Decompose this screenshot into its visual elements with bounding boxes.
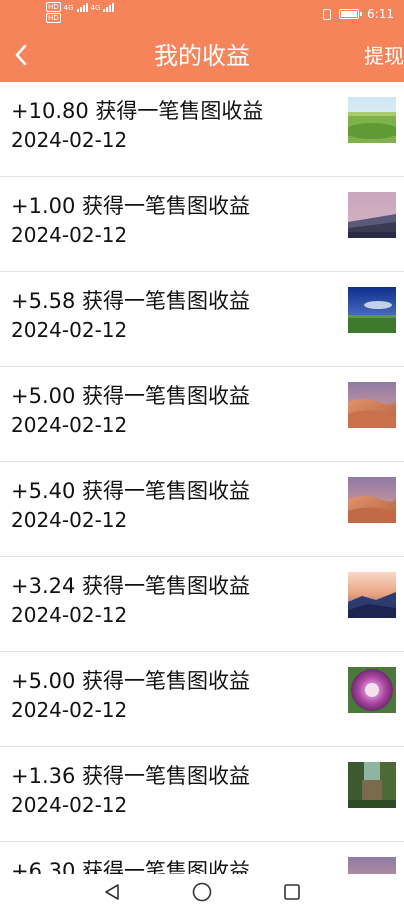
item-amount: +6.30 [11, 859, 76, 874]
network-type: 4G [63, 4, 74, 12]
list-item[interactable]: +5.58 获得一笔售图收益 2024-02-12 [0, 272, 404, 367]
item-title: +5.00 获得一笔售图收益 [11, 665, 250, 695]
forest-cliff-thumbnail [348, 762, 396, 808]
nav-home-button[interactable] [192, 882, 212, 906]
hd-badge-2: HD [46, 13, 61, 23]
dusk-lake-thumbnail [348, 192, 396, 238]
desert-thumbnail [348, 857, 396, 874]
item-title: +5.00 获得一笔售图收益 [11, 380, 250, 410]
item-date: 2024-02-12 [11, 318, 128, 342]
thumbnail-image[interactable] [348, 857, 396, 874]
item-description: 获得一笔售图收益 [82, 194, 251, 218]
thumbnail-image[interactable] [348, 667, 396, 713]
item-description: 获得一笔售图收益 [82, 479, 251, 503]
desert-thumbnail [348, 477, 396, 523]
blue-sky-meadow-thumbnail [348, 287, 396, 333]
item-title: +1.00 获得一笔售图收益 [11, 190, 250, 220]
signal-indicators: HD 4G 4G HD [46, 2, 115, 23]
item-amount: +10.80 [11, 99, 89, 123]
status-bar: HD 4G 4G HD 6:11 [0, 0, 404, 30]
item-amount: +5.58 [11, 289, 76, 313]
hd-badge: HD [46, 2, 61, 12]
mountain-sunset-thumbnail [348, 572, 396, 618]
page-title: 我的收益 [154, 42, 250, 70]
list-item[interactable]: +3.24 获得一笔售图收益 2024-02-12 [0, 557, 404, 652]
item-description: 获得一笔售图收益 [82, 289, 251, 313]
item-date: 2024-02-12 [11, 698, 128, 722]
item-amount: +3.24 [11, 574, 76, 598]
thumbnail-image[interactable] [348, 572, 396, 618]
earnings-list[interactable]: +10.80 获得一笔售图收益 2024-02-12 +1.00 获得一笔售图收… [0, 82, 404, 874]
item-description: 获得一笔售图收益 [82, 859, 251, 874]
item-date: 2024-02-12 [11, 793, 128, 817]
item-title: +5.58 获得一笔售图收益 [11, 285, 250, 315]
signal-bars-icon-2 [103, 2, 115, 12]
item-amount: +5.00 [11, 669, 76, 693]
item-date: 2024-02-12 [11, 413, 128, 437]
list-item[interactable]: +5.00 获得一笔售图收益 2024-02-12 [0, 367, 404, 462]
battery-icon [339, 9, 363, 19]
list-item[interactable]: +1.36 获得一笔售图收益 2024-02-12 [0, 747, 404, 842]
circle-home-icon [192, 882, 212, 902]
item-title: +3.24 获得一笔售图收益 [11, 570, 250, 600]
nav-recents-button[interactable] [283, 883, 301, 905]
list-item[interactable]: +6.30 获得一笔售图收益 [0, 842, 404, 874]
item-amount: +1.36 [11, 764, 76, 788]
network-type-2: 4G [90, 4, 101, 12]
grassland-thumbnail [348, 97, 396, 143]
list-item[interactable]: +5.40 获得一笔售图收益 2024-02-12 [0, 462, 404, 557]
triangle-back-icon [105, 884, 119, 900]
list-item[interactable]: +5.00 获得一笔售图收益 2024-02-12 [0, 652, 404, 747]
list-item[interactable]: +1.00 获得一笔售图收益 2024-02-12 [0, 177, 404, 272]
withdraw-button[interactable]: 提现 [364, 30, 404, 82]
square-recents-icon [284, 884, 300, 900]
item-title: +6.30 获得一笔售图收益 [11, 855, 250, 874]
item-date: 2024-02-12 [11, 128, 128, 152]
item-date: 2024-02-12 [11, 223, 128, 247]
nav-back-button[interactable] [103, 883, 121, 905]
item-description: 获得一笔售图收益 [82, 574, 251, 598]
item-description: 获得一笔售图收益 [95, 99, 264, 123]
clock: 6:11 [367, 7, 394, 21]
item-amount: +5.00 [11, 384, 76, 408]
thumbnail-image[interactable] [348, 477, 396, 523]
thumbnail-image[interactable] [348, 762, 396, 808]
item-description: 获得一笔售图收益 [82, 669, 251, 693]
item-title: +10.80 获得一笔售图收益 [11, 95, 263, 125]
system-navigation-bar [0, 874, 404, 908]
list-item[interactable]: +10.80 获得一笔售图收益 2024-02-12 [0, 82, 404, 177]
signal-bars-icon [76, 2, 88, 12]
purple-flower-thumbnail [348, 667, 396, 713]
item-amount: +1.00 [11, 194, 76, 218]
thumbnail-image[interactable] [348, 192, 396, 238]
item-amount: +5.40 [11, 479, 76, 503]
desert-thumbnail [348, 382, 396, 428]
thumbnail-image[interactable] [348, 382, 396, 428]
item-date: 2024-02-12 [11, 508, 128, 532]
thumbnail-image[interactable] [348, 287, 396, 333]
item-title: +5.40 获得一笔售图收益 [11, 475, 250, 505]
item-description: 获得一笔售图收益 [82, 384, 251, 408]
item-description: 获得一笔售图收益 [82, 764, 251, 788]
thumbnail-image[interactable] [348, 97, 396, 143]
item-title: +1.36 获得一笔售图收益 [11, 760, 250, 790]
app-header: 我的收益 提现 [0, 30, 404, 82]
item-date: 2024-02-12 [11, 603, 128, 627]
vibrate-icon [323, 8, 332, 20]
